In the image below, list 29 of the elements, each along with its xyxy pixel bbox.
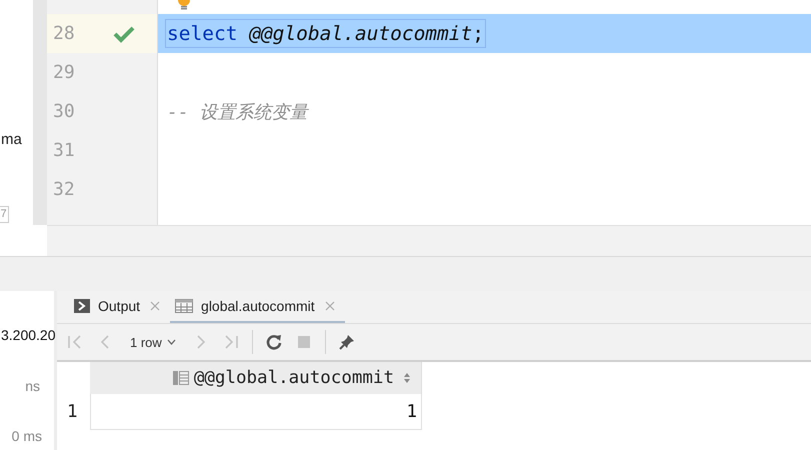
lightbulb-icon[interactable] [176, 0, 192, 10]
splitter-bar[interactable] [33, 0, 47, 225]
close-icon[interactable] [150, 301, 160, 311]
table-cell: 1 [90, 394, 422, 430]
refresh-icon[interactable] [264, 333, 283, 351]
code-line: select @@global.autocommit; [166, 20, 486, 47]
column-header[interactable]: @@global.autocommit [90, 362, 422, 394]
line-number: 31 [53, 140, 76, 161]
checkmark-icon [113, 24, 135, 42]
table-icon [175, 299, 194, 313]
line-number: 29 [53, 62, 76, 83]
sidebar-text: 0 ms [12, 428, 42, 444]
chevron-down-icon [166, 339, 176, 345]
sort-icon [403, 372, 411, 384]
sidebar-text: ma [1, 131, 23, 148]
pin-icon[interactable] [338, 333, 356, 351]
code-comment: -- 设置系统变量 [166, 100, 309, 124]
rows-dropdown[interactable]: 1 row [126, 334, 180, 350]
count-badge: 7 [0, 206, 9, 223]
close-icon[interactable] [324, 301, 335, 311]
result-tab[interactable]: Output [69, 291, 170, 323]
line-number: 30 [53, 101, 76, 122]
row-number: 1 [66, 401, 79, 424]
sidebar-text: ns [25, 378, 40, 394]
column-icon [172, 370, 189, 386]
line-number: 28 [53, 23, 76, 44]
terminal-icon [74, 299, 90, 313]
sidebar-text: 3.200.20 [1, 327, 56, 343]
line-number: 32 [53, 179, 76, 200]
